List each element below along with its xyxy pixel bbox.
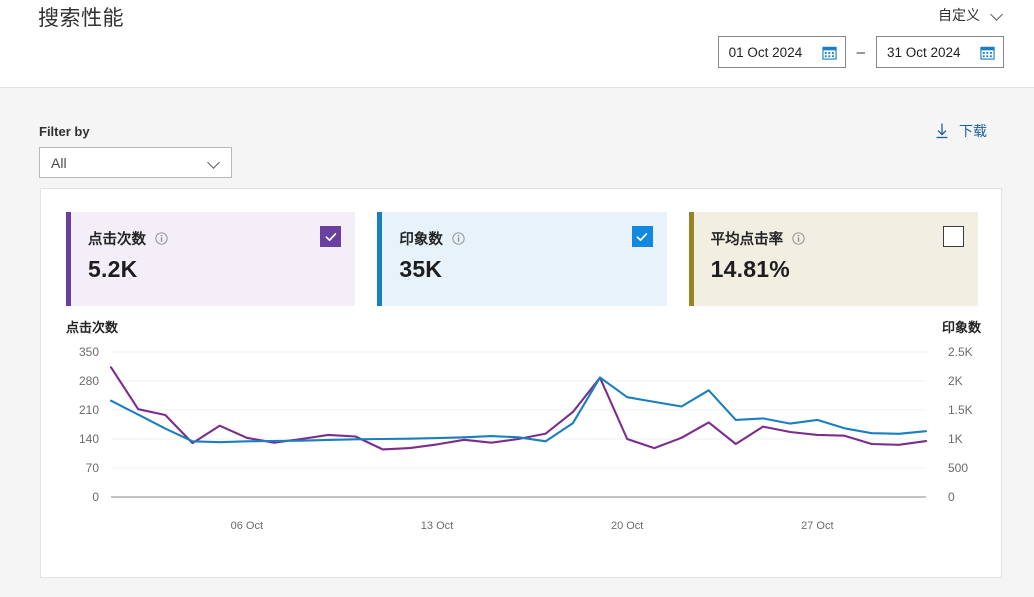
download-icon — [936, 123, 948, 139]
performance-chart: 点击次数 印象数 0 70 140 210 280 350 0 500 1K 1.5K 2K 2.5K… — [41, 314, 1003, 559]
performance-panel: 点击次数 5.2K 印象数 35K 平均点击率 14.81% 点击次数 印象数 … — [40, 188, 1002, 578]
left-axis-tick-label: 350 — [79, 345, 99, 359]
start-date-input[interactable]: 01 Oct 2024 — [717, 36, 846, 68]
x-axis-tick-label: 06 Oct — [231, 520, 263, 532]
metric-checkbox-clicks[interactable] — [320, 226, 342, 247]
chevron-down-icon — [209, 157, 221, 169]
metric-cards: 点击次数 5.2K 印象数 35K 平均点击率 14.81% — [66, 212, 978, 306]
right-axis-tick-label: 1.5K — [948, 403, 973, 417]
left-axis-tick-label: 140 — [79, 432, 99, 446]
card-header: 平均点击率 — [711, 228, 962, 249]
page-title: 搜索性能 — [38, 7, 124, 30]
right-axis-tick-label: 2K — [948, 374, 963, 388]
chevron-down-icon — [992, 9, 1004, 21]
end-date-input[interactable]: 31 Oct 2024 — [876, 36, 1004, 68]
download-button[interactable]: 下载 — [935, 121, 987, 141]
filter-by-value: All — [51, 154, 67, 171]
end-date-value: 31 Oct 2024 — [887, 44, 961, 60]
start-date-value: 01 Oct 2024 — [728, 44, 803, 60]
left-axis-tick-label: 0 — [92, 490, 99, 504]
left-axis-tick-label: 70 — [86, 461, 100, 475]
right-axis-tick-label: 500 — [948, 461, 968, 475]
card-header: 印象数 — [399, 228, 650, 249]
date-range-separator: – — [856, 43, 865, 61]
info-icon[interactable] — [155, 232, 168, 245]
card-accent-bar — [688, 212, 694, 306]
x-axis-tick-label: 13 Oct — [421, 520, 453, 532]
date-range-preset-dropdown[interactable]: 自定义 — [938, 5, 1004, 25]
metric-checkbox-impressions[interactable] — [631, 226, 653, 247]
calendar-icon — [980, 46, 995, 60]
download-label: 下载 — [959, 123, 987, 139]
metric-title: 点击次数 — [88, 232, 146, 248]
filter-bar: Filter by All 下载 — [0, 88, 1034, 180]
filter-by-label: Filter by — [39, 124, 90, 139]
metric-card-clicks[interactable]: 点击次数 5.2K — [66, 212, 356, 306]
metric-card-impressions[interactable]: 印象数 35K — [377, 212, 667, 306]
x-axis-tick-label: 20 Oct — [611, 520, 643, 532]
check-icon — [325, 232, 337, 241]
info-icon[interactable] — [792, 232, 805, 245]
card-accent-bar — [377, 212, 383, 306]
left-axis-tick-label: 210 — [79, 403, 99, 417]
metric-value: 5.2K — [88, 256, 138, 282]
right-axis-tick-label: 2.5K — [948, 345, 973, 359]
metric-title: 印象数 — [399, 232, 443, 248]
info-icon[interactable] — [452, 232, 465, 245]
metric-title: 平均点击率 — [710, 232, 784, 248]
metric-checkbox-avg-ctr[interactable] — [942, 226, 964, 247]
page-header: 搜索性能 自定义 01 Oct 2024 – 31 Oct 2024 — [0, 0, 1034, 88]
card-accent-bar — [66, 212, 71, 306]
right-axis-tick-label: 1K — [948, 432, 963, 446]
filter-by-select[interactable]: All — [39, 147, 232, 178]
metric-value: 14.81% — [710, 256, 790, 282]
date-range-preset-label: 自定义 — [938, 7, 980, 23]
x-axis-tick-label: 27 Oct — [801, 520, 833, 532]
chart-plot-area: 0 70 140 210 280 350 0 500 1K 1.5K 2K 2.5K 06 Oct 13 … — [79, 345, 973, 532]
right-axis-tick-label: 0 — [948, 490, 955, 504]
calendar-icon — [822, 46, 837, 60]
metric-card-avg-ctr[interactable]: 平均点击率 14.81% — [688, 212, 978, 306]
date-range-controls: 01 Oct 2024 – 31 Oct 2024 — [717, 36, 1004, 68]
metric-value: 35K — [399, 256, 443, 282]
left-axis-tick-label: 280 — [79, 374, 99, 388]
check-icon — [636, 232, 648, 241]
card-header: 点击次数 — [88, 228, 339, 249]
